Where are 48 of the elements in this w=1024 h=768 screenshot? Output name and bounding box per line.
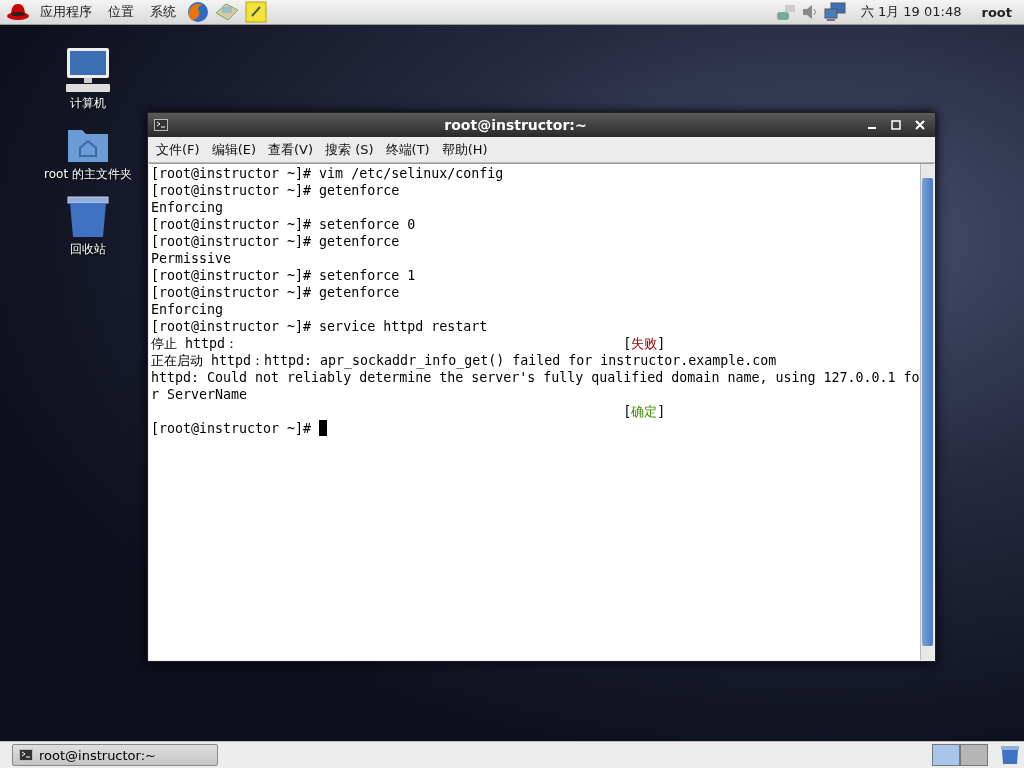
hat-icon[interactable] [6,2,30,22]
terminal-line: httpd: Could not reliably determine the server's fully qualified domain name, using 127.0.0.1 fo [151,369,920,386]
terminal-line: [root@instructor ~]# vim /etc/selinux/config [151,165,504,182]
terminal-line: [root@instructor ~]# getenforce [151,182,400,199]
scrollbar[interactable] [920,164,934,660]
notes-icon[interactable] [244,1,268,23]
terminal-line: [root@instructor ~]# setenforce 0 [151,216,416,233]
clock[interactable]: 六 1月 19 01:48 [850,3,972,21]
panel-menu[interactable]: 应用程序 [34,3,98,21]
status-tag: [失败] [623,335,666,352]
terminal-line: 停止 httpd： [151,335,240,352]
workspace-button[interactable] [932,744,960,766]
volume-icon[interactable] [800,2,819,22]
terminal-line: [root@instructor ~]# service httpd restart [151,318,488,335]
terminal-line: Permissive [151,250,232,267]
panel-menu[interactable]: 位置 [102,3,140,21]
browser-icon[interactable] [186,1,210,23]
terminal-line: [root@instructor ~]# setenforce 1 [151,267,416,284]
terminal-icon [19,749,33,761]
desktop-icon-label: root 的主文件夹 [44,166,132,183]
menu-item[interactable]: 帮助(H) [437,138,492,161]
maximize-icon[interactable] [891,120,901,130]
taskbar-button[interactable]: root@instructor:~ [12,744,218,766]
terminal-line: Enforcing [151,199,224,216]
computer-icon [64,47,112,93]
panel-menu[interactable]: 系统 [144,3,182,21]
terminal-icon [154,119,168,131]
terminal-line: 正在启动 httpd：httpd: apr_sockaddr_info_get() failed for instructor.example.com [151,352,777,369]
status-tag: [确定] [623,403,666,420]
desktop-icon-label: 计算机 [70,95,106,112]
desktop-icon-label: 回收站 [70,241,106,258]
terminal-line: Enforcing [151,301,224,318]
terminal-line: [root@instructor ~]# [151,420,313,437]
window-title: root@instructor:~ [443,117,588,133]
trash-icon[interactable] [1000,745,1020,765]
menu-item[interactable]: 查看(V) [264,138,318,161]
menu-item[interactable]: 终端(T) [381,138,434,161]
menu-item[interactable]: 搜索 (S) [321,138,378,161]
network-computers-icon[interactable] [822,2,847,22]
trash-icon [66,195,110,239]
terminal-line: r ServerName [151,386,248,403]
terminal-line: [root@instructor ~]# getenforce [151,233,400,250]
close-icon[interactable] [915,120,925,130]
menu-item[interactable]: 编辑(E) [207,138,260,161]
user-name[interactable]: root [975,4,1018,20]
terminal-line: [root@instructor ~]# getenforce [151,284,400,301]
network-icon [774,2,797,22]
menu-item[interactable]: 文件(F) [152,138,204,161]
